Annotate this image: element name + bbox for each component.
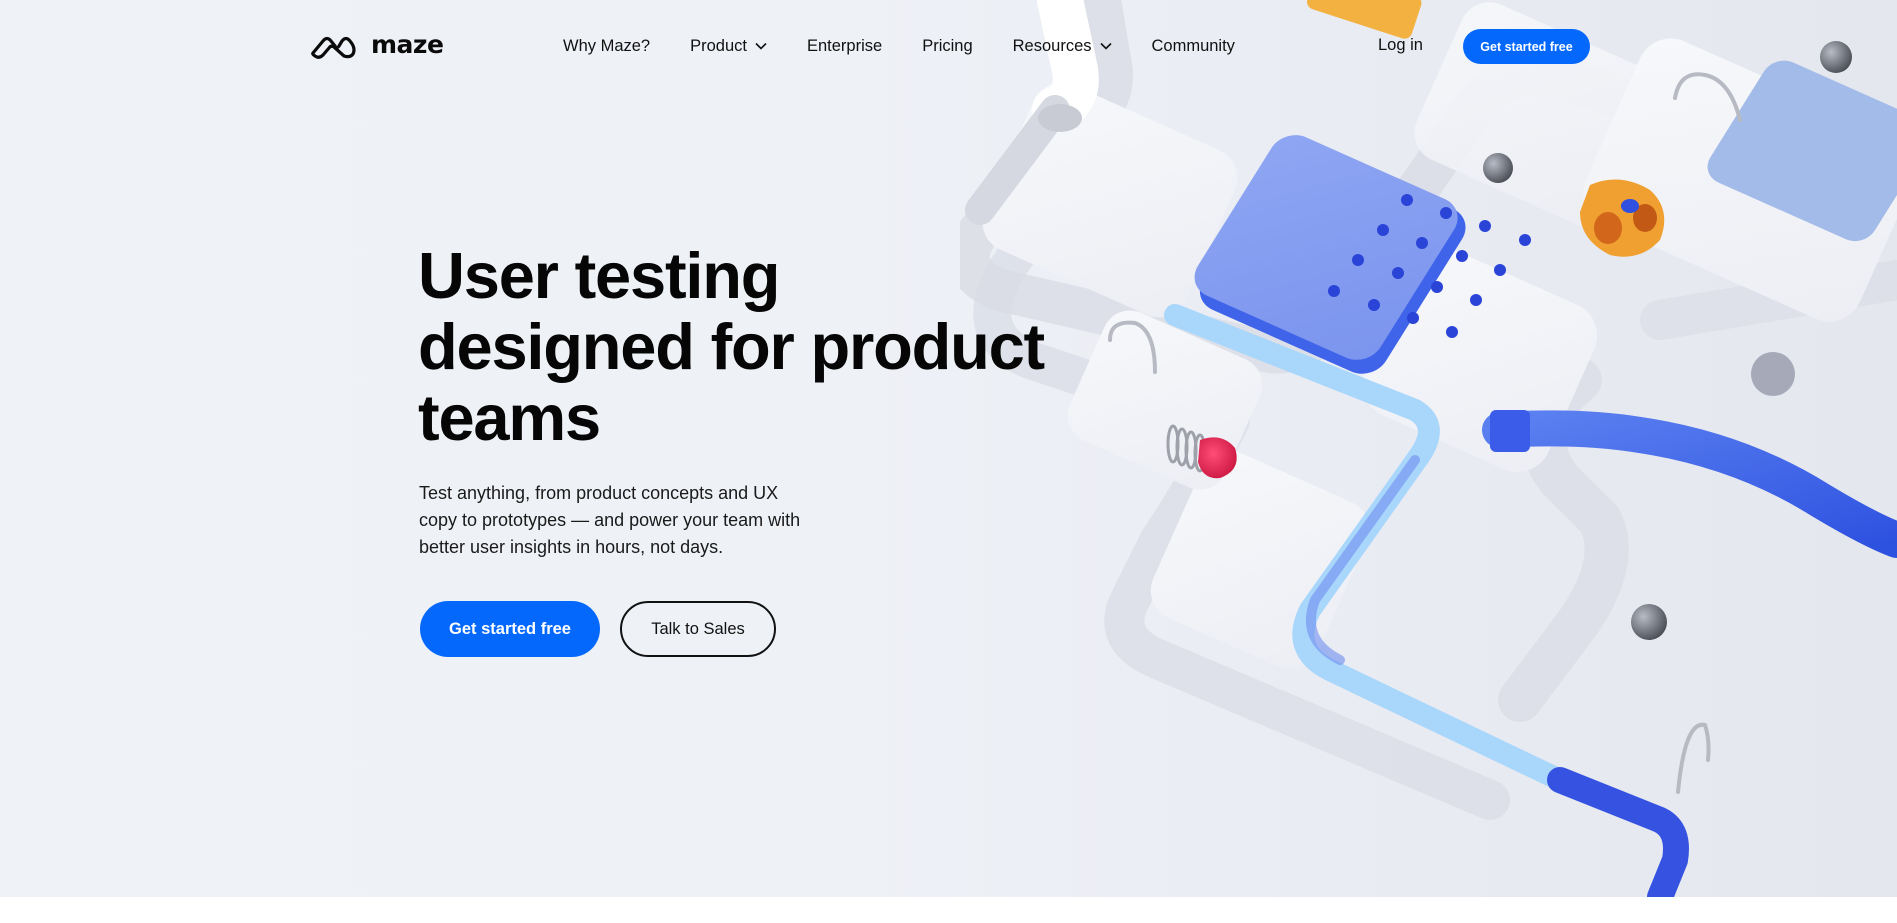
get-started-free-button[interactable]: Get started free (420, 601, 600, 657)
hero-subcopy: Test anything, from product concepts and… (419, 483, 801, 557)
chevron-down-icon (755, 42, 767, 50)
logo-wordmark: maze (371, 30, 444, 59)
talk-to-sales-button[interactable]: Talk to Sales (620, 601, 776, 657)
nav-item-label: Community (1151, 36, 1235, 55)
nav-get-started-button[interactable]: Get started free (1463, 29, 1590, 64)
nav-item-product[interactable]: Product (690, 37, 767, 56)
top-navigation: maze Why Maze? Product Enterprise Pricin… (0, 0, 1897, 92)
hero-headline: User testing designed for product teams (418, 239, 1045, 454)
maze-logo-icon (311, 36, 356, 59)
hero-section: maze Why Maze? Product Enterprise Pricin… (0, 0, 1897, 897)
nav-links: Why Maze? Product Enterprise Pricing Res… (563, 34, 1275, 58)
nav-item-label: Pricing (922, 36, 973, 55)
chevron-down-icon (1099, 42, 1112, 50)
nav-item-enterprise[interactable]: Enterprise (807, 37, 882, 56)
nav-item-pricing[interactable]: Pricing (922, 37, 972, 56)
nav-item-why-maze[interactable]: Why Maze? (563, 37, 650, 56)
nav-item-label: Why Maze? (563, 36, 651, 55)
nav-item-label: Product (690, 36, 747, 55)
nav-item-label: Enterprise (806, 36, 883, 55)
maze-logo[interactable]: maze (309, 30, 444, 60)
hero-cta-group: Get started free Talk to Sales (420, 601, 776, 657)
nav-item-community[interactable]: Community (1152, 37, 1235, 56)
nav-item-label: Resources (1012, 36, 1092, 55)
login-link[interactable]: Log in (1378, 36, 1423, 55)
nav-item-resources[interactable]: Resources (1013, 37, 1112, 56)
page-below-fold (0, 897, 1897, 923)
